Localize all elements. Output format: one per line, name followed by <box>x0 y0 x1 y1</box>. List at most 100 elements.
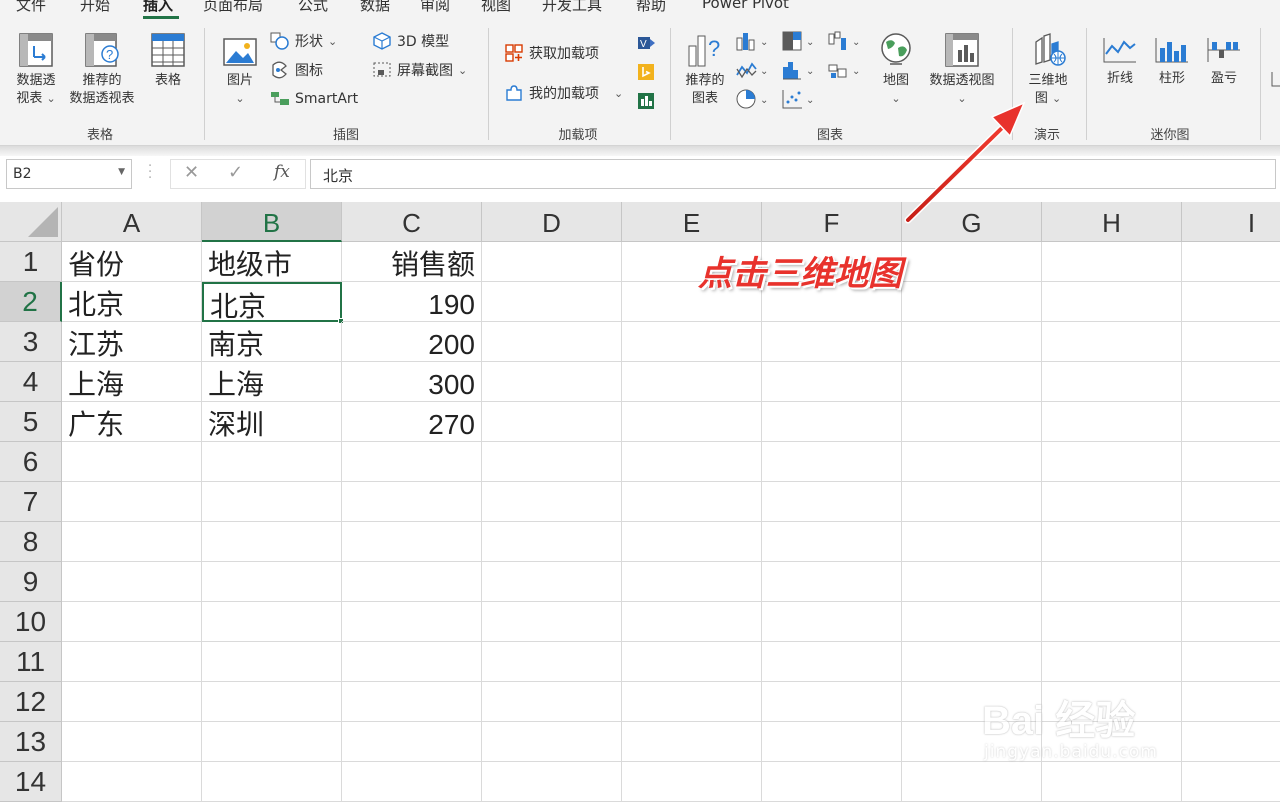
maps-button[interactable]: 地图 ⌄ <box>874 32 918 108</box>
row-header-5[interactable]: 5 <box>0 402 62 442</box>
column-header-f[interactable]: F <box>762 202 902 242</box>
row-header-3[interactable]: 3 <box>0 322 62 362</box>
cell-g8[interactable] <box>902 522 1042 562</box>
get-addins-button[interactable]: 获取加载项 <box>504 42 599 64</box>
tab-help[interactable]: 帮助 <box>636 0 666 15</box>
cell-h9[interactable] <box>1042 562 1182 602</box>
cell-h2[interactable] <box>1042 282 1182 322</box>
cell-e10[interactable] <box>622 602 762 642</box>
row-header-6[interactable]: 6 <box>0 442 62 482</box>
cell-d8[interactable] <box>482 522 622 562</box>
cell-f14[interactable] <box>762 762 902 802</box>
cell-i3[interactable] <box>1182 322 1280 362</box>
tab-review[interactable]: 审阅 <box>420 0 450 15</box>
cell-b2[interactable]: 北京 <box>202 282 342 322</box>
cell-b11[interactable] <box>202 642 342 682</box>
cell-b14[interactable] <box>202 762 342 802</box>
cell-c13[interactable] <box>342 722 482 762</box>
waterfall-chart-button[interactable]: ⌄ <box>828 30 864 52</box>
cell-h7[interactable] <box>1042 482 1182 522</box>
cell-h10[interactable] <box>1042 602 1182 642</box>
cell-a1[interactable]: 省份 <box>62 242 202 282</box>
cell-e3[interactable] <box>622 322 762 362</box>
cell-d4[interactable] <box>482 362 622 402</box>
cell-f6[interactable] <box>762 442 902 482</box>
people-graph-icon[interactable] <box>636 91 660 113</box>
cell-b6[interactable] <box>202 442 342 482</box>
row-header-11[interactable]: 11 <box>0 642 62 682</box>
combo-chart-button[interactable]: ⌄ <box>828 59 864 81</box>
pie-chart-button[interactable]: ⌄ <box>736 88 772 110</box>
cell-e7[interactable] <box>622 482 762 522</box>
3d-map-button[interactable]: 三维地 图 ⌄ <box>1020 32 1076 108</box>
insert-function-icon[interactable]: fx <box>274 162 290 182</box>
smartart-button[interactable]: SmartArt <box>270 88 358 110</box>
tab-developer[interactable]: 开发工具 <box>542 0 602 15</box>
cell-h5[interactable] <box>1042 402 1182 442</box>
screenshot-button[interactable]: 屏幕截图 ⌄ <box>372 59 467 81</box>
cell-i1[interactable] <box>1182 242 1280 282</box>
row-header-12[interactable]: 12 <box>0 682 62 722</box>
scatter-chart-button[interactable]: ⌄ <box>782 88 818 110</box>
row-header-9[interactable]: 9 <box>0 562 62 602</box>
caret-down-icon[interactable]: ▼ <box>118 167 125 177</box>
cell-a3[interactable]: 江苏 <box>62 322 202 362</box>
hierarchy-chart-button[interactable]: ⌄ <box>782 30 818 52</box>
tab-view[interactable]: 视图 <box>481 0 511 15</box>
cell-b1[interactable]: 地级市 <box>202 242 342 282</box>
name-box[interactable]: B2 ▼ <box>6 159 132 189</box>
cell-b9[interactable] <box>202 562 342 602</box>
cell-f10[interactable] <box>762 602 902 642</box>
cell-i11[interactable] <box>1182 642 1280 682</box>
cell-a13[interactable] <box>62 722 202 762</box>
column-header-b[interactable]: B <box>202 202 342 242</box>
cell-c6[interactable] <box>342 442 482 482</box>
cell-d9[interactable] <box>482 562 622 602</box>
cell-g5[interactable] <box>902 402 1042 442</box>
cell-d12[interactable] <box>482 682 622 722</box>
sparkline-column-button[interactable]: 柱形 <box>1150 34 1194 88</box>
cell-a12[interactable] <box>62 682 202 722</box>
column-header-i[interactable]: I <box>1182 202 1280 242</box>
cell-e12[interactable] <box>622 682 762 722</box>
cell-c11[interactable] <box>342 642 482 682</box>
cell-f13[interactable] <box>762 722 902 762</box>
cell-e6[interactable] <box>622 442 762 482</box>
cell-g9[interactable] <box>902 562 1042 602</box>
tab-insert[interactable]: 插入 <box>143 0 173 15</box>
cell-g2[interactable] <box>902 282 1042 322</box>
slicer-button-partial[interactable] <box>1266 68 1280 90</box>
cell-e5[interactable] <box>622 402 762 442</box>
cell-e8[interactable] <box>622 522 762 562</box>
cell-g6[interactable] <box>902 442 1042 482</box>
cell-e11[interactable] <box>622 642 762 682</box>
cell-h4[interactable] <box>1042 362 1182 402</box>
cell-f12[interactable] <box>762 682 902 722</box>
pivot-table-button[interactable]: 数据透 视表 ⌄ <box>8 32 64 108</box>
tab-data[interactable]: 数据 <box>360 0 390 15</box>
cell-b8[interactable] <box>202 522 342 562</box>
cell-c2[interactable]: 190 <box>342 282 482 322</box>
cell-e9[interactable] <box>622 562 762 602</box>
cell-d6[interactable] <box>482 442 622 482</box>
column-header-g[interactable]: G <box>902 202 1042 242</box>
tab-home[interactable]: 开始 <box>80 0 110 15</box>
cell-g11[interactable] <box>902 642 1042 682</box>
cell-h1[interactable] <box>1042 242 1182 282</box>
table-button[interactable]: 表格 <box>144 32 192 90</box>
cell-c10[interactable] <box>342 602 482 642</box>
tab-file[interactable]: 文件 <box>16 0 46 15</box>
sparkline-winloss-button[interactable]: 盈亏 <box>1202 34 1246 88</box>
cell-i6[interactable] <box>1182 442 1280 482</box>
cell-d5[interactable] <box>482 402 622 442</box>
3d-models-button[interactable]: 3D 模型 <box>372 30 449 52</box>
row-header-13[interactable]: 13 <box>0 722 62 762</box>
cell-h3[interactable] <box>1042 322 1182 362</box>
select-all-button[interactable] <box>0 202 62 242</box>
recommended-pivot-button[interactable]: ? 推荐的 数据透视表 <box>62 32 142 108</box>
cell-b7[interactable] <box>202 482 342 522</box>
confirm-icon[interactable]: ✓ <box>228 162 243 183</box>
column-header-d[interactable]: D <box>482 202 622 242</box>
cell-b3[interactable]: 南京 <box>202 322 342 362</box>
shapes-button[interactable]: 形状 ⌄ <box>270 30 337 52</box>
